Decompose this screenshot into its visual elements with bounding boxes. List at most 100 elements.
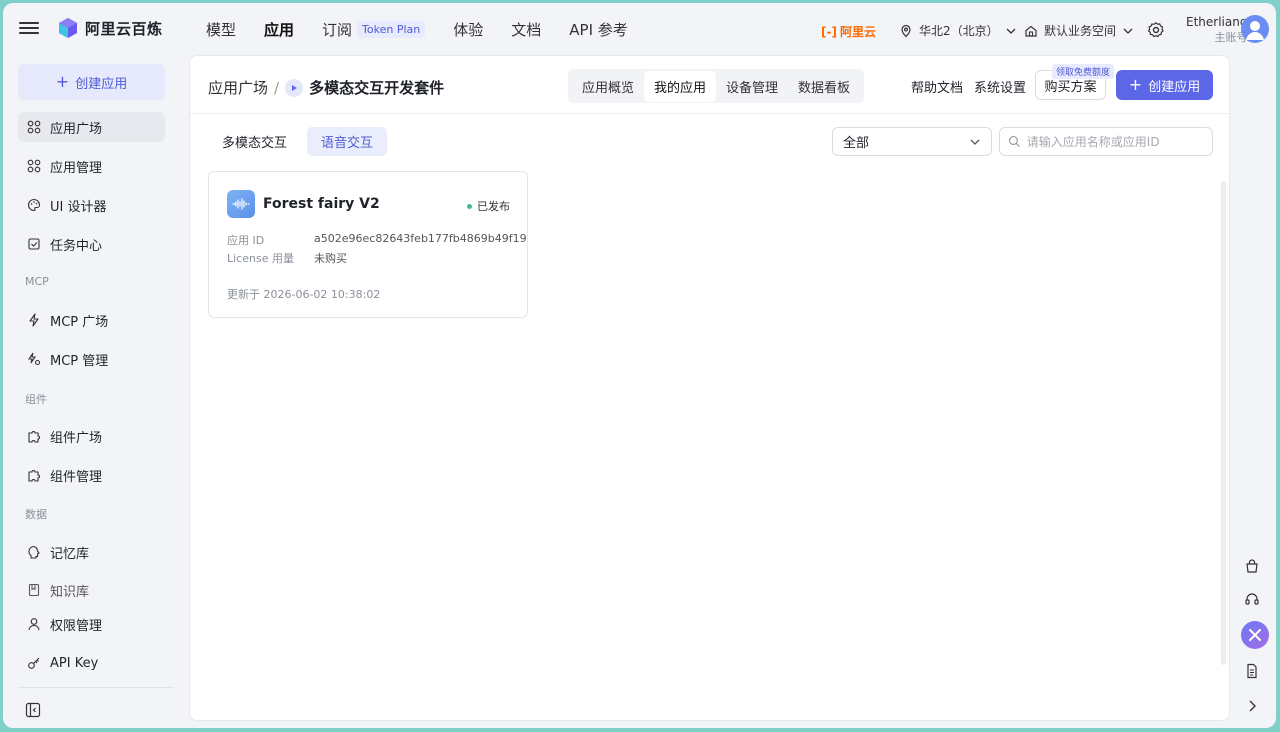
help-docs-link[interactable]: 帮助文档 (911, 77, 963, 96)
nav-application[interactable]: 应用 (264, 19, 294, 40)
region-selector[interactable]: 华北2（北京） (899, 22, 1017, 39)
create-app-button[interactable]: + 创建应用 (1116, 70, 1213, 100)
rail-headset-icon[interactable] (1241, 588, 1263, 610)
search-box (999, 127, 1213, 156)
scrollbar[interactable] (1221, 181, 1226, 665)
subtab-multimodal-label: 多模态交互 (222, 136, 288, 151)
nav-subscription-label: 订阅 (322, 21, 353, 39)
sidebar-item-label: 权限管理 (50, 618, 103, 634)
search-icon (1008, 135, 1020, 147)
license-row: License 用量 未购买 (227, 250, 347, 266)
nav-application-label: 应用 (264, 21, 295, 39)
audio-wave-icon (227, 190, 255, 218)
sidebar-item-label: UI 设计器 (50, 199, 107, 215)
breadcrumb: 应用广场 / 多模态交互开发套件 (208, 77, 444, 98)
bailian-logo-icon (59, 18, 77, 38)
logo-text: 阿里云百炼 (85, 19, 163, 38)
sidebar-item-mcp-manage[interactable]: MCP 管理 (18, 344, 165, 374)
sidebar-item-ui-designer[interactable]: UI 设计器 (18, 190, 165, 220)
palette-icon (26, 197, 42, 213)
sidebar-item-api-key[interactable]: API Key (18, 648, 165, 678)
sidebar-item-label: 知识库 (50, 584, 90, 600)
grid-icon (26, 119, 42, 135)
subtab-voice[interactable]: 语音交互 (307, 127, 388, 156)
nav-subscription[interactable]: 订阅 Token Plan (322, 19, 426, 40)
logo[interactable]: 阿里云百炼 (57, 17, 163, 39)
sidebar-item-app-square[interactable]: 应用广场 (18, 112, 165, 142)
status-label: 已发布 (477, 200, 510, 213)
tab-device-manage[interactable]: 设备管理 (716, 71, 788, 102)
sidebar-item-permissions[interactable]: 权限管理 (18, 609, 165, 639)
sidebar-item-task-center[interactable]: 任务中心 (18, 229, 165, 259)
nav-api-reference[interactable]: API 参考 (569, 19, 628, 40)
sidebar-item-label: 应用广场 (50, 121, 103, 137)
sidebar-create-app-button[interactable]: + 创建应用 (18, 64, 165, 100)
app-id-value: a502e96ec82643feb177fb4869b49f19 (314, 232, 527, 245)
book-icon (26, 582, 42, 598)
settings-gear-icon[interactable] (1147, 21, 1165, 39)
aliyun-link[interactable]: [-] 阿里云 (821, 23, 876, 40)
sidebar-item-knowledge-base[interactable]: 知识库 (18, 575, 165, 605)
rail-shop-icon[interactable] (1241, 555, 1263, 577)
header-divider (190, 113, 1229, 114)
key-icon (26, 655, 42, 671)
user-icon (26, 616, 42, 632)
plus-icon: + (55, 72, 70, 91)
nav-experience-label: 体验 (453, 21, 484, 39)
top-nav: 模型 应用 订阅 Token Plan 体验 文档 API 参考 (206, 19, 656, 40)
subtab-voice-label: 语音交互 (321, 136, 374, 151)
app-id-row: 应用 ID a502e96ec82643feb177fb4869b49f19 (227, 232, 527, 248)
nav-api-reference-label: API 参考 (569, 21, 628, 39)
main-panel: 应用广场 / 多模态交互开发套件 应用概览 我的应用 设备管理 数据看板 帮助文… (189, 55, 1230, 721)
sidebar-item-app-manage[interactable]: 应用管理 (18, 151, 165, 181)
tab-my-apps[interactable]: 我的应用 (644, 70, 717, 102)
hamburger-menu-icon[interactable] (19, 19, 39, 37)
filter-select-value: 全部 (843, 136, 870, 151)
nav-model-label: 模型 (206, 21, 237, 39)
nav-docs[interactable]: 文档 (511, 19, 541, 40)
sidebar-item-component-square[interactable]: 组件广场 (18, 421, 165, 451)
play-circle-icon (285, 78, 304, 97)
sidebar-item-component-manage[interactable]: 组件管理 (18, 460, 165, 490)
app-card[interactable]: Forest fairy V2 已发布 应用 ID a502e96ec82643… (208, 171, 528, 318)
updated-timestamp: 更新于 2026-06-02 10:38:02 (227, 288, 381, 301)
free-quota-promo-tag[interactable]: 领取免费额度 (1052, 64, 1115, 79)
subtab-multimodal[interactable]: 多模态交互 (208, 127, 301, 156)
avatar[interactable] (1241, 15, 1269, 43)
puzzle-icon (26, 467, 42, 483)
system-settings-link[interactable]: 系统设置 (974, 77, 1026, 96)
rail-document-icon[interactable] (1241, 660, 1263, 682)
sidebar-item-memory[interactable]: 记忆库 (18, 537, 165, 567)
top-bar: 阿里云百炼 模型 应用 订阅 Token Plan 体验 文档 API 参考 [-… (3, 3, 1276, 55)
status-dot-icon (467, 203, 472, 209)
page-title: 多模态交互开发套件 (309, 79, 445, 97)
user-info[interactable]: Etherliang 主账号 (1186, 14, 1247, 46)
home-icon (1025, 25, 1037, 37)
license-value: 未购买 (314, 252, 347, 265)
nav-model[interactable]: 模型 (206, 19, 236, 40)
puzzle-icon (26, 428, 42, 444)
app-card-title: Forest fairy V2 (263, 196, 380, 212)
tab-data-dashboard[interactable]: 数据看板 (788, 71, 860, 102)
breadcrumb-parent[interactable]: 应用广场 (208, 77, 268, 98)
rail-assistant-icon[interactable] (1241, 621, 1269, 649)
sidebar-divider (18, 687, 174, 688)
chevron-down-icon (1123, 28, 1133, 34)
sidebar: + 创建应用 应用广场 应用管理 UI 设计器 任务中心 MCP MCP 广场 … (3, 55, 183, 728)
sidebar-item-label: MCP 广场 (50, 314, 109, 330)
sidebar-item-label: API Key (50, 655, 99, 671)
nav-experience[interactable]: 体验 (453, 19, 483, 40)
rail-expand-icon[interactable] (1241, 695, 1263, 717)
view-segmented-control: 应用概览 我的应用 设备管理 数据看板 (568, 69, 865, 103)
sidebar-item-label: 组件广场 (50, 430, 103, 446)
workspace-selector[interactable]: 默认业务空间 (1024, 22, 1134, 39)
search-input[interactable] (1026, 134, 1204, 149)
mcp-manage-icon (26, 351, 42, 367)
aliyun-logo-icon: [-] (821, 24, 837, 39)
create-app-label: 创建应用 (1148, 79, 1201, 95)
sidebar-collapse-icon[interactable] (25, 702, 41, 718)
tab-app-overview[interactable]: 应用概览 (572, 71, 644, 102)
sidebar-item-mcp-square[interactable]: MCP 广场 (18, 305, 165, 335)
app-window: 阿里云百炼 模型 应用 订阅 Token Plan 体验 文档 API 参考 [-… (3, 3, 1276, 728)
filter-select[interactable]: 全部 (832, 127, 992, 156)
